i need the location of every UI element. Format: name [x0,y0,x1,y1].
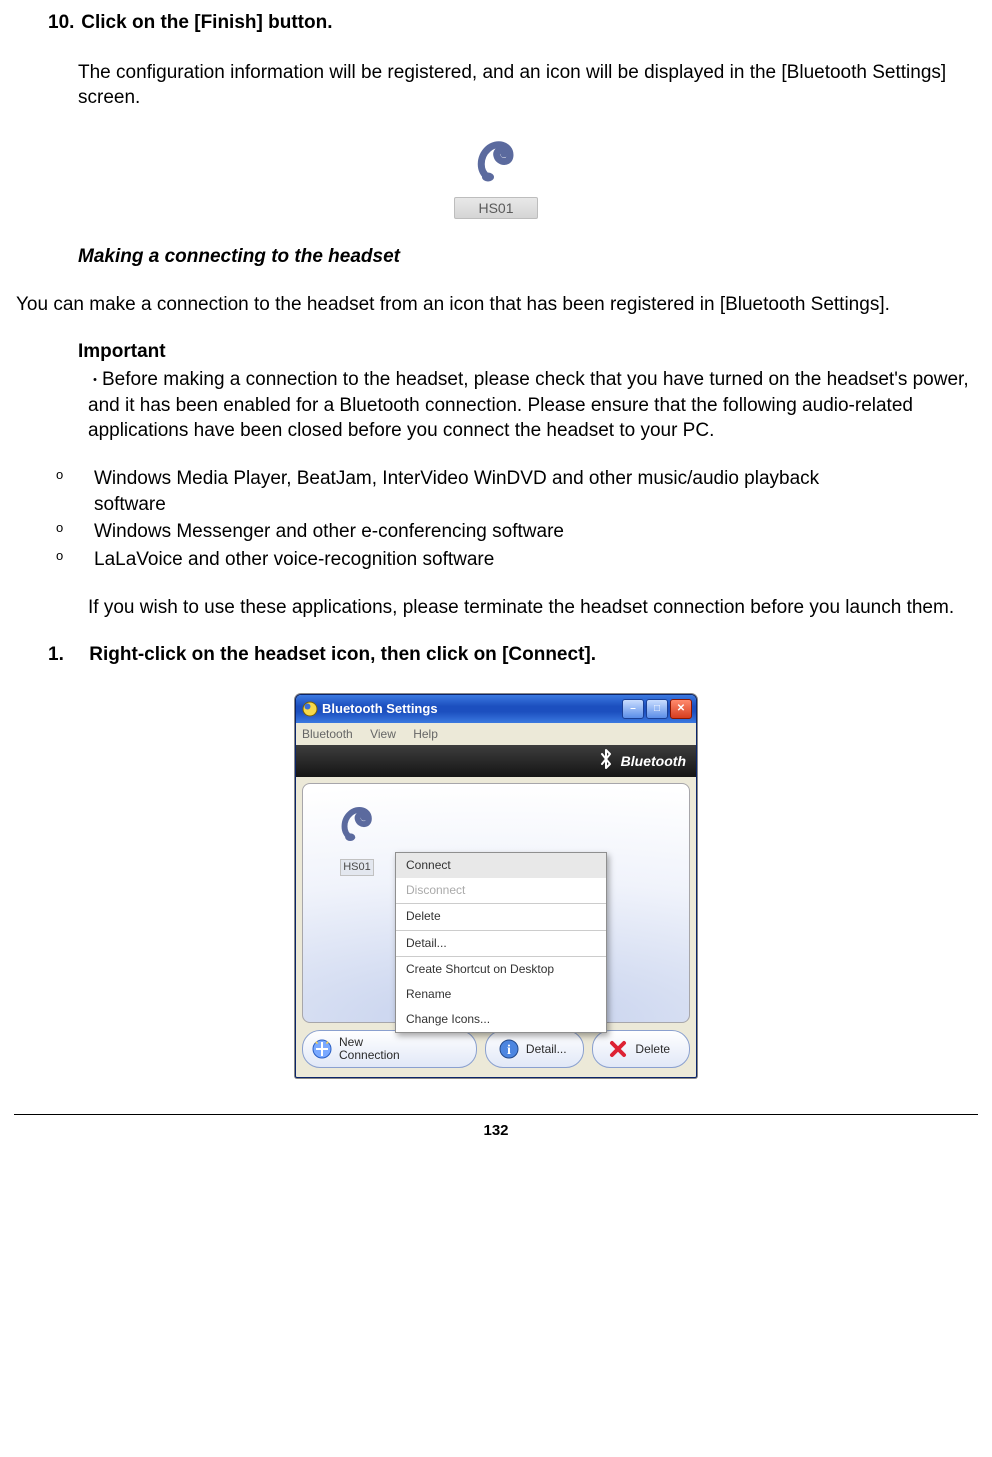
headset-icon [470,133,522,185]
window-titlebar[interactable]: Bluetooth Settings – □ ✕ [296,695,696,723]
list-item-text: Windows Messenger and other e-conferenci… [94,519,854,545]
footer-rule [14,1114,978,1115]
context-menu-detail[interactable]: Detail... [396,931,606,956]
bluetooth-banner-text: Bluetooth [621,752,686,771]
step-10-body: The configuration information will be re… [78,60,984,111]
important-after-text: If you wish to use these applications, p… [88,595,984,621]
delete-button-label: Delete [635,1041,670,1057]
section-heading-connecting: Making a connecting to the headset [78,244,984,270]
menu-view[interactable]: View [370,727,396,741]
context-menu-rename[interactable]: Rename [396,982,606,1007]
step-1-text: Right-click on the headset icon, then cl… [89,644,596,665]
step-1-number: 1. [48,642,84,668]
context-menu-connect[interactable]: Connect [396,853,606,878]
list-item: oLaLaVoice and other voice-recognition s… [56,547,984,573]
device-item-label: HS01 [340,859,374,876]
window-title: Bluetooth Settings [322,700,438,718]
step-10-title: Click on the [Finish] button. [81,12,332,33]
context-menu-delete[interactable]: Delete [396,904,606,929]
menu-bluetooth[interactable]: Bluetooth [302,727,353,741]
important-text: Before making a connection to the headse… [88,369,969,441]
important-heading: Important [78,339,984,365]
important-body: ・Before making a connection to the heads… [88,367,984,444]
bluetooth-icon [597,748,615,775]
circle-bullet-icon: o [56,466,94,484]
context-menu-create-shortcut[interactable]: Create Shortcut on Desktop [396,957,606,982]
menu-bar: Bluetooth View Help [296,723,696,745]
bullet-icon: ・ [88,371,102,390]
list-item: oWindows Messenger and other e-conferenc… [56,519,984,545]
page-number: 132 [8,1121,984,1141]
step-10-number: 10. [48,10,76,36]
new-connection-icon [311,1038,333,1060]
registered-device-label: HS01 [454,197,538,220]
menu-help[interactable]: Help [413,727,438,741]
bluetooth-settings-window: Bluetooth Settings – □ ✕ Bluetooth View … [295,694,697,1078]
delete-button[interactable]: Delete [592,1030,691,1068]
bluetooth-banner: Bluetooth [296,745,696,777]
section-body-connecting: You can make a connection to the headset… [16,292,976,318]
application-list: oWindows Media Player, BeatJam, InterVid… [8,466,984,573]
new-connection-label-2: Connection [339,1049,400,1062]
close-button[interactable]: ✕ [670,699,692,719]
step-10-heading: 10. Click on the [Finish] button. [48,10,984,36]
device-area[interactable]: HS01 Connect Disconnect Delete Detail...… [302,783,690,1023]
delete-icon [607,1038,629,1060]
list-item: oWindows Media Player, BeatJam, InterVid… [56,466,984,517]
step-1-heading: 1. Right-click on the headset icon, then… [48,642,984,668]
registered-device-icon: HS01 [8,133,984,220]
circle-bullet-icon: o [56,519,94,537]
context-menu: Connect Disconnect Delete Detail... Crea… [395,852,607,1033]
svg-text:i: i [507,1043,511,1058]
maximize-button[interactable]: □ [646,699,668,719]
context-menu-disconnect: Disconnect [396,878,606,903]
list-item-text: Windows Media Player, BeatJam, InterVide… [94,466,854,517]
detail-button-label: Detail... [526,1041,567,1057]
list-item-text: LaLaVoice and other voice-recognition so… [94,547,854,573]
info-icon: i [498,1038,520,1060]
app-icon [302,701,318,717]
device-item-hs01[interactable]: HS01 [325,800,389,877]
minimize-button[interactable]: – [622,699,644,719]
circle-bullet-icon: o [56,547,94,565]
detail-button[interactable]: i Detail... [485,1030,584,1068]
headset-icon [335,800,379,844]
new-connection-button[interactable]: New Connection [302,1030,477,1068]
context-menu-change-icons[interactable]: Change Icons... [396,1007,606,1032]
